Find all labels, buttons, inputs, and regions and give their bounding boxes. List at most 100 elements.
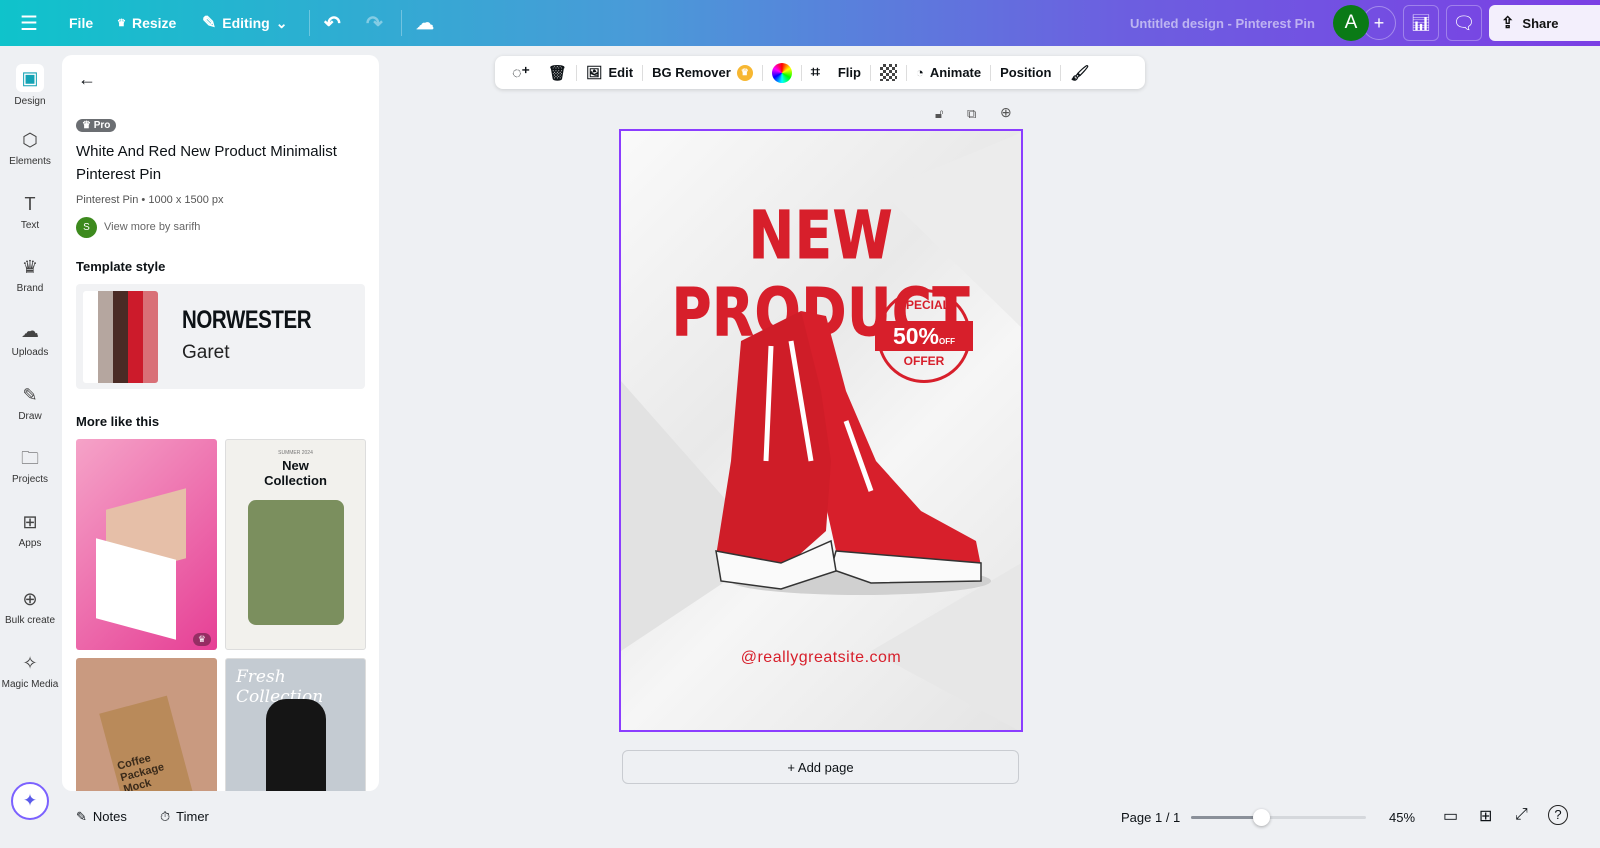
zoom-slider[interactable] [1191,809,1366,826]
flip-button[interactable]: Flip [829,56,870,89]
rail-item-label: Elements [9,156,51,167]
thumb-text: Coffee Package Mock [99,695,193,791]
thumb-subtitle: SUMMER 2024 [278,450,313,456]
rail-item-uploads[interactable]: ☁ Uploads [0,319,60,358]
rail-item-label: Uploads [11,347,49,358]
color-wheel-icon [771,62,792,83]
notes-icon: ✎ [76,809,87,824]
body-font-sample: Garet [182,342,230,363]
author-link[interactable]: View more by sarifh [104,221,200,233]
grid-view-icon[interactable]: ⊞ [1479,806,1492,826]
red-sneakers-image[interactable] [621,131,1023,732]
color-picker-button[interactable] [763,56,801,89]
cloud-saved-icon[interactable]: ☁ [416,0,434,46]
transparency-icon [879,64,897,81]
author-avatar: S [76,217,97,238]
rail-item-label: Brand [16,283,44,294]
bar-chart-icon: 📊︎ [1410,15,1432,32]
crown-icon: ♛ [192,633,211,646]
avatar[interactable]: A [1333,5,1369,41]
comments-button[interactable]: 🗨︎ [1446,5,1482,41]
bg-remover-button[interactable]: BG Remover ♛ [643,56,762,89]
template-title: White And Red New Product Minimalist Pin… [76,143,337,183]
bulk-create-icon: ⊕ [22,589,38,609]
design-icon: ▣ [16,64,44,92]
palette-swatch [128,291,143,383]
animate-label: Animate [929,65,982,80]
timer-button[interactable]: ⏱︎ Timer [160,809,209,825]
crop-icon[interactable]: ⌗ [802,56,829,89]
fullscreen-icon[interactable]: ⤢ [1515,806,1528,824]
add-page-button[interactable]: + Add page [622,750,1019,784]
more-like-this-heading: More like this [76,414,160,429]
rail-item-label: Design [14,96,46,107]
timer-label: Timer [176,809,209,824]
pro-label: Pro [93,120,111,131]
draw-icon: ✎ [22,385,38,405]
editing-label: Editing [222,15,270,31]
rail-item-elements[interactable]: ⬡ Elements [0,128,60,167]
template-thumbnail[interactable]: SUMMER 2024 New Collection [225,439,366,650]
rail-item-bulk-create[interactable]: ⊕ Bulk create [0,587,60,626]
redo-icon[interactable]: ↷ [366,0,383,46]
template-style-card[interactable]: NORWESTER Garet [76,284,365,389]
elements-icon: ⬡ [22,130,38,150]
transparency-button[interactable] [871,56,906,89]
file-menu[interactable]: File [69,0,93,46]
add-comment-icon[interactable]: ◌⁺ [503,56,539,89]
notes-label: Notes [92,809,127,824]
zoom-slider-handle[interactable] [1253,809,1270,826]
template-thumbnail[interactable]: Coffee Package Mock [76,658,217,791]
help-icon[interactable]: ? [1548,805,1568,825]
trash-icon[interactable]: 🗑︎ [539,56,576,89]
animate-button[interactable]: ◔ Animate [907,56,990,89]
share-button[interactable]: ⇪ Share [1489,5,1600,41]
design-canvas[interactable]: NEW PRODUCT SPECIAL 50%OFF OFFER @really… [619,129,1023,732]
rail-item-apps[interactable]: ⊞ Apps [0,510,60,549]
share-label: Share [1522,15,1559,31]
edit-label: Edit [608,65,634,80]
pencil-icon: ✎ [202,13,217,32]
bg-remover-label: BG Remover [652,65,731,80]
add-page-icon[interactable]: ⊕ [1000,104,1012,121]
rail-item-label: Draw [18,411,42,422]
edit-image-button[interactable]: 🖼︎ Edit [577,56,642,89]
crown-icon: ♛ [117,17,126,29]
duplicate-page-icon[interactable]: ⧉ [967,106,976,122]
notes-button[interactable]: ✎ Notes [76,809,127,825]
editing-dropdown[interactable]: ✎ Editing ⌄ [202,0,287,46]
rail-item-brand[interactable]: ♛ Brand [0,255,60,294]
palette-swatch [143,291,158,383]
copy-style-icon[interactable]: 🖌︎ [1061,56,1098,89]
rail-item-label: Apps [18,538,42,549]
rail-item-label: Bulk create [4,615,56,626]
bottom-bar: ✎ Notes ⏱︎ Timer Page 1 / 1 45% ▭ ⊞ ⤢ ? [0,800,1600,833]
page-indicator[interactable]: Page 1 / 1 [1121,810,1180,825]
rail-item-magic-media[interactable]: ✧ Magic Media [0,651,60,690]
lock-icon[interactable]: 🔓︎ [935,106,943,122]
rail-item-label: Text [20,220,40,231]
zoom-percentage[interactable]: 45% [1389,810,1415,825]
color-palette [83,291,158,383]
template-thumbnail[interactable]: Fresh Collection [225,658,366,791]
rail-item-design[interactable]: ▣ Design [0,64,60,107]
resize-button[interactable]: ♛ Resize [117,0,176,46]
insights-button[interactable]: 📊︎ [1403,5,1439,41]
website-text[interactable]: @reallygreatsite.com [621,649,1021,667]
position-button[interactable]: Position [991,56,1060,89]
back-arrow-icon[interactable]: ← [78,69,96,90]
projects-icon: 🗀 [21,448,39,468]
context-toolbar: ◌⁺ 🗑︎ 🖼︎ Edit BG Remover ♛ ⌗ Flip ◔ Animate… [495,56,1145,89]
rail-item-draw[interactable]: ✎ Draw [0,383,60,422]
brand-icon: ♛ [21,257,39,277]
text-icon: T [24,194,36,214]
rail-item-text[interactable]: T Text [0,192,60,231]
menu-icon[interactable]: ☰ [20,0,38,46]
palette-swatch [98,291,113,383]
undo-icon[interactable]: ↶ [324,0,341,46]
model-photo [266,699,326,791]
thumbnail-view-icon[interactable]: ▭ [1443,806,1458,826]
document-title[interactable]: Untitled design - Pinterest Pin [1130,0,1315,46]
rail-item-projects[interactable]: 🗀 Projects [0,446,60,485]
template-thumbnail[interactable]: ♛ [76,439,217,650]
